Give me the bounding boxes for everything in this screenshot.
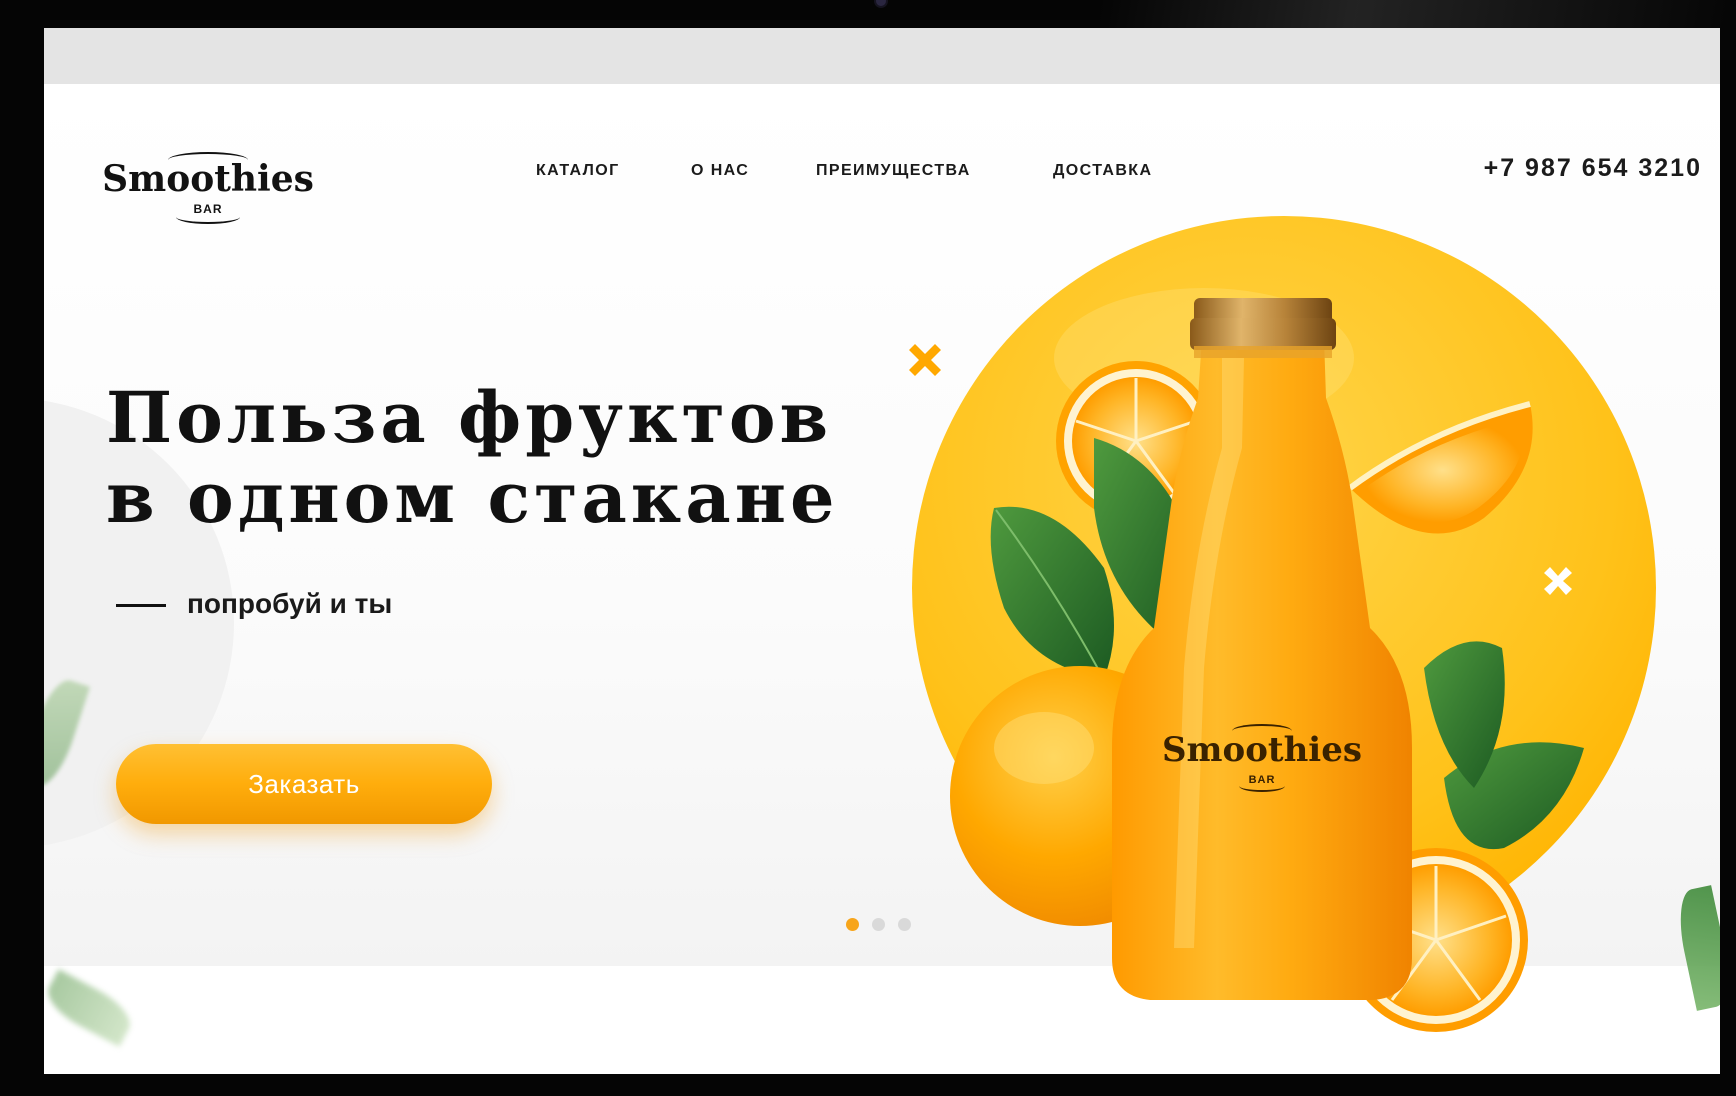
hero-headline-line: в одном стакане [106, 456, 839, 539]
camera-icon [874, 0, 888, 8]
bottle-label-name: Smoothies [1162, 730, 1362, 770]
tagline-dash [116, 604, 166, 607]
nav-item-catalog[interactable]: КАТАЛОГ [536, 162, 620, 180]
bottle-label: Smoothies BAR [1147, 724, 1377, 804]
phone-link[interactable]: +7 987 654 3210 [1412, 154, 1702, 183]
hero-headline: Польза фруктов в одном стакане [106, 378, 846, 538]
device-frame: Smoothies BAR КАТАЛОГ О НАС ПРЕИМУЩЕСТВА… [0, 0, 1736, 1096]
slider-dot[interactable] [898, 918, 911, 931]
slider-dot[interactable] [872, 918, 885, 931]
slider-dot[interactable] [846, 918, 859, 931]
bottle-label-arc [1239, 780, 1285, 792]
browser-screen: Smoothies BAR КАТАЛОГ О НАС ПРЕИМУЩЕСТВА… [44, 28, 1720, 1074]
order-button[interactable]: Заказать [116, 744, 492, 824]
nav-item-advantages[interactable]: ПРЕИМУЩЕСТВА [816, 162, 971, 180]
nav-item-delivery[interactable]: ДОСТАВКА [1053, 162, 1152, 180]
hero-tagline: попробуй и ты [187, 588, 393, 619]
logo-arc [176, 210, 240, 224]
nav-item-about[interactable]: О НАС [691, 162, 749, 180]
browser-top-bar [44, 28, 1720, 84]
hero-headline-line: Польза фруктов [106, 376, 833, 459]
logo[interactable]: Smoothies BAR [98, 128, 318, 228]
logo-name: Smoothies [102, 158, 314, 200]
